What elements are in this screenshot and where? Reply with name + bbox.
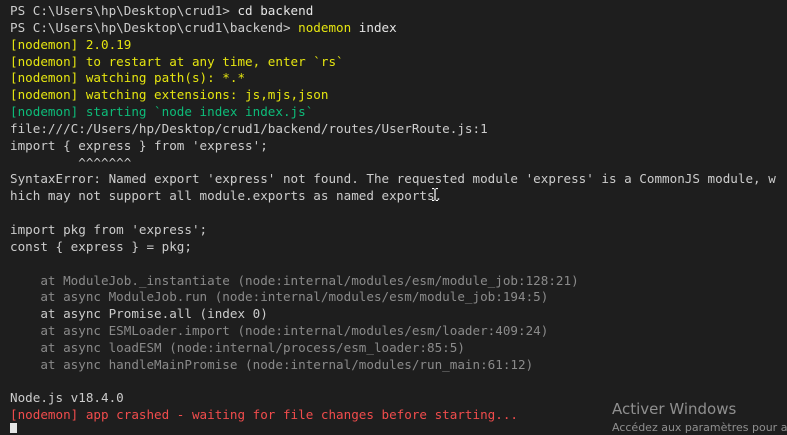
terminal-line: at async ModuleJob.run (node:internal/mo… (10, 289, 787, 306)
terminal-cursor (10, 423, 17, 433)
watermark-title: Activer Windows (612, 400, 737, 418)
terminal-text-segment: ^^^^^^^ (10, 154, 132, 170)
terminal-text-segment: [nodemon] starting `node index index.js` (10, 104, 314, 120)
terminal-text-segment: at ModuleJob._instantiate (node:internal… (10, 272, 579, 288)
terminal-text-segment: index (351, 19, 397, 35)
terminal-text-segment: PS C:\Users\hp\Desktop\crud1\backend> (10, 19, 299, 35)
terminal-text-segment: nodemon (298, 19, 352, 35)
text-cursor-icon (431, 188, 438, 202)
terminal-text-segment: [nodemon] watching extensions: js,mjs,js… (10, 87, 329, 103)
terminal-text-segment: Node.js v18.4.0 (10, 390, 124, 406)
terminal-output[interactable]: PS C:\Users\hp\Desktop\crud1> cd backend… (0, 0, 787, 433)
terminal-line: SyntaxError: Named export 'express' not … (10, 171, 787, 188)
terminal-line: [nodemon] starting `node index index.js` (10, 104, 787, 121)
terminal-line: file:///C:/Users/hp/Desktop/crud1/backen… (10, 121, 787, 138)
terminal-line: ^^^^^^^ (10, 155, 787, 172)
terminal-text-segment: const { express } = pkg; (10, 238, 192, 254)
terminal-line: at async ESMLoader.import (node:internal… (10, 323, 787, 340)
terminal-text-segment: [nodemon] watching path(s): *.* (10, 70, 246, 86)
terminal-line: at async Promise.all (index 0) (10, 306, 787, 323)
terminal-text-segment: [nodemon] to restart at any time, enter … (10, 53, 344, 69)
terminal-line: [nodemon] to restart at any time, enter … (10, 54, 787, 71)
terminal-line: import pkg from 'express'; (10, 222, 787, 239)
terminal-text-segment: at async loadESM (node:internal/process/… (10, 339, 465, 355)
terminal-line: [nodemon] watching path(s): *.* (10, 70, 787, 87)
terminal-line: PS C:\Users\hp\Desktop\crud1> cd backend (10, 3, 787, 20)
terminal-line: at async loadESM (node:internal/process/… (10, 340, 787, 357)
terminal-line: at ModuleJob._instantiate (node:internal… (10, 273, 787, 290)
terminal-text-segment: import { express } from 'express'; (10, 137, 268, 153)
terminal-text-segment: PS C:\Users\hp\Desktop\crud1> (10, 3, 238, 18)
terminal-line: import { express } from 'express'; (10, 138, 787, 155)
terminal-text-segment: at async ESMLoader.import (node:internal… (10, 323, 549, 339)
terminal-text-segment: [nodemon] 2.0.19 (10, 36, 132, 52)
terminal-text-segment: cd backend (237, 3, 314, 18)
terminal-text-segment: [nodemon] app crashed - waiting for file… (10, 407, 518, 423)
terminal-text-segment: at async handleMainPromise (node:interna… (10, 356, 534, 372)
terminal-text-segment: hich may not support all module.exports … (10, 188, 435, 204)
terminal-text-segment: SyntaxError: Named export 'express' not … (10, 171, 776, 187)
terminal-text-segment: import pkg from 'express'; (10, 221, 208, 237)
terminal-line: const { express } = pkg; (10, 239, 787, 256)
terminal-line: at async handleMainPromise (node:interna… (10, 357, 787, 374)
terminal-text-segment: file:///C:/Users/hp/Desktop/crud1/backen… (10, 120, 488, 136)
activate-windows-watermark: Activer Windows Accédez aux paramètres p… (612, 399, 787, 435)
terminal-line: [nodemon] 2.0.19 (10, 37, 787, 54)
terminal-text-segment: at async Promise.all (index 0) (10, 306, 268, 322)
terminal-line: PS C:\Users\hp\Desktop\crud1\backend> no… (10, 20, 787, 37)
terminal-line: [nodemon] watching extensions: js,mjs,js… (10, 87, 787, 104)
terminal-line: hich may not support all module.exports … (10, 188, 787, 205)
terminal-text-segment: at async ModuleJob.run (node:internal/mo… (10, 289, 549, 305)
